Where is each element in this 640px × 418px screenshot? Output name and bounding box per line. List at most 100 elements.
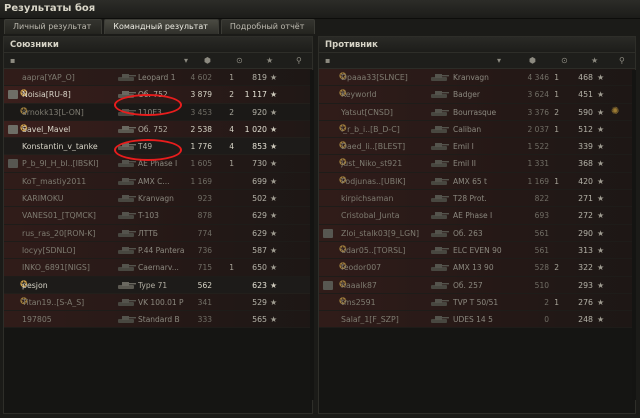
tank-icon	[116, 72, 136, 83]
tank-icon	[429, 280, 449, 291]
player-row[interactable]: ✪ Dpaaa33[SLNCE] Kranvagn 4 346 1 468 ★	[319, 69, 635, 87]
player-name[interactable]: INKO_6891[NIGS]	[22, 263, 117, 272]
enemies-scrollbar[interactable]	[632, 70, 636, 400]
player-name[interactable]: Titan19..[S-A_S]	[22, 298, 117, 307]
player-row[interactable]: ✪ udar05..[TORSL] ELC EVEN 90 561 313 ★	[319, 241, 635, 260]
player-name[interactable]: Cristobal_Junta	[341, 211, 441, 220]
player-name[interactable]: rus_ras_20[RON-K]	[22, 229, 117, 238]
player-name[interactable]: locyy[SDNLO]	[22, 246, 117, 255]
player-name[interactable]: tms2591	[341, 298, 441, 307]
kills-icon[interactable]: ⊙	[236, 56, 243, 65]
player-name[interactable]: Zloi_stalk03[9_LGN]	[341, 229, 441, 238]
tank-icon	[116, 262, 136, 273]
window-title: Результаты боя	[4, 3, 96, 14]
damage-icon[interactable]: ⬢	[529, 56, 536, 65]
player-row[interactable]: KARIMOKU Kranvagn 923 502 ★	[4, 190, 312, 208]
damage-value: 561	[534, 228, 549, 238]
player-name[interactable]: P_b_9I_H_bI..[IBSKI]	[22, 159, 117, 168]
player-row[interactable]: ✪ Daed_li..[BLEST] Emil I1 522 339 ★	[319, 138, 635, 156]
status-icon[interactable]: ⚲	[619, 56, 625, 65]
player-row[interactable]: ✪ Podjunas..[UBIK] AMX 65 t1 169 1 420 ★	[319, 172, 635, 191]
damage-value: 3 879	[190, 90, 212, 100]
tank-icon	[429, 193, 449, 204]
damage-icon[interactable]: ⬢	[204, 56, 211, 65]
badge-icon[interactable]: ▪	[325, 56, 330, 65]
player-row[interactable]: Cristobal_Junta AE Phase I 693 272 ★	[319, 207, 635, 225]
xp-value: 272	[578, 211, 593, 221]
player-name[interactable]: KoT_mastiy2011	[22, 177, 117, 186]
player-name[interactable]: udar05..[TORSL]	[341, 246, 441, 255]
player-row[interactable]: Salaf_1[F_SZP] UDES 14 5 0 248 ★	[319, 311, 635, 329]
tab-detailed-report[interactable]: Подробный отчёт	[220, 19, 316, 34]
player-name[interactable]: kirpichsaman	[341, 194, 441, 203]
player-row[interactable]: locyy[SDNLO] P.44 Pantera 736 587 ★	[4, 241, 312, 260]
xp-star-icon: ★	[597, 228, 605, 238]
player-name[interactable]: Keyworld	[341, 90, 441, 99]
status-icon[interactable]: ⚲	[296, 56, 302, 65]
xp-star-icon[interactable]: ★	[266, 56, 273, 65]
squad-badge-icon	[8, 108, 18, 117]
player-row[interactable]: kirpichsaman T28 Prot. 822 271 ★	[319, 190, 635, 208]
player-name[interactable]: pesjon	[22, 281, 117, 290]
player-row[interactable]: ✪ Keyworld Badger 3 624 1 451 ★	[319, 86, 635, 104]
player-row[interactable]: ✪ pesjon Type 71 562 623 ★	[4, 276, 312, 294]
player-name[interactable]: aapra[YAP_O]	[22, 73, 117, 82]
player-row[interactable]: aapra[YAP_O] Leopard 14 602 1 819 ★	[4, 69, 312, 87]
player-row[interactable]: VANES01_[TQMCK] T-103 878 629 ★	[4, 207, 312, 225]
player-row[interactable]: ✪ Savel_Mavel Об. 752 2 538 4 1 020 ★	[4, 120, 312, 139]
player-name[interactable]: feodor007	[341, 263, 441, 272]
player-row[interactable]: INKO_6891[NIGS] Caernarv... 715 1 650 ★	[4, 259, 312, 277]
player-row[interactable]: ✪ Titan19..[S-A_S] VK 100.01 P 341 529 ★	[4, 293, 312, 312]
player-row[interactable]: ✪ feodor007 AMX 13 90 528 2 322 ★	[319, 259, 635, 277]
player-name[interactable]: arnokk13[L-ON]	[22, 108, 117, 117]
player-name[interactable]: Savel_Mavel	[22, 125, 117, 134]
player-row[interactable]: Zloi_stalk03[9_LGN] Об. 263 561 290 ★	[319, 224, 635, 242]
xp-value: 819	[252, 73, 267, 82]
tank-icon	[429, 245, 449, 256]
squad-badge-icon	[8, 194, 18, 203]
player-name[interactable]: Dpaaa33[SLNCE]	[341, 73, 441, 82]
player-row[interactable]: rus_ras_20[RON-K] ЛТТБ 774 629 ★	[4, 224, 312, 242]
player-name[interactable]: Salaf_1[F_SZP]	[341, 315, 441, 324]
kills-icon[interactable]: ⊙	[561, 56, 568, 65]
player-row[interactable]: ✪ i_r_b_i..[B_D-C] Caliban 2 037 1 512 ★	[319, 120, 635, 139]
player-name[interactable]: Daed_li..[BLEST]	[341, 142, 441, 151]
allies-panel: Союзники ▪ ▾ ⬢ ⊙ ★ ⚲ aapra[YAP_O] Leopard…	[3, 36, 314, 414]
badge-icon[interactable]: ▪	[10, 56, 15, 65]
player-name[interactable]: KARIMOKU	[22, 194, 117, 203]
xp-star-icon[interactable]: ★	[591, 56, 598, 65]
player-name[interactable]: Podjunas..[UBIK]	[341, 177, 441, 186]
squad-badge-icon	[323, 246, 333, 255]
xp-star-icon: ★	[270, 315, 278, 325]
tab-personal-result[interactable]: Личный результат	[4, 19, 103, 34]
xp-star-icon: ★	[597, 245, 605, 255]
player-row[interactable]: 197805 Standard B 333 565 ★	[4, 311, 312, 329]
xp-value: 322	[578, 263, 593, 273]
player-name[interactable]: Just_Niko_st921	[341, 159, 441, 168]
tank-icon	[429, 124, 449, 135]
player-name[interactable]: VANES01_[TQMCK]	[22, 211, 117, 220]
player-name[interactable]: i_r_b_i..[B_D-C]	[341, 125, 441, 134]
player-row[interactable]: KoT_mastiy2011 AMX C... 1 169 699 ★	[4, 172, 312, 191]
tank-icon	[429, 297, 449, 308]
tank-icon	[429, 210, 449, 221]
player-row[interactable]: ✪ tms2591 TVP T 50/51 2 1 276 ★	[319, 293, 635, 312]
player-name[interactable]: Konstantin_v_tanke	[22, 142, 117, 151]
player-row[interactable]: ✪ Just_Niko_st921 Emil II 1 331 368 ★	[319, 155, 635, 173]
tab-team-result[interactable]: Командный результат	[104, 19, 219, 34]
squad-badge-icon	[323, 142, 333, 151]
tank-icon	[429, 141, 449, 152]
xp-value: 730	[252, 159, 267, 169]
kills-value: 2	[554, 263, 559, 273]
player-name[interactable]: 197805	[22, 315, 117, 324]
tank-type-icon[interactable]: ▾	[184, 56, 188, 65]
player-row[interactable]: ✪ haaalk87 Об. 257 510 293 ★	[319, 276, 635, 294]
squad-badge-icon	[323, 211, 333, 220]
player-name[interactable]: Yatsut[CNSD]	[341, 108, 441, 117]
player-name[interactable]: Noisia[RU-8]	[22, 90, 117, 99]
player-name[interactable]: haaalk87	[341, 281, 441, 290]
allies-scrollbar[interactable]	[310, 70, 314, 400]
tank-type-icon[interactable]: ▾	[497, 56, 501, 65]
xp-star-icon: ★	[597, 142, 605, 152]
player-row[interactable]: Yatsut[CNSD] Bourrasque 3 376 2 590 ★ ✺	[319, 103, 635, 121]
